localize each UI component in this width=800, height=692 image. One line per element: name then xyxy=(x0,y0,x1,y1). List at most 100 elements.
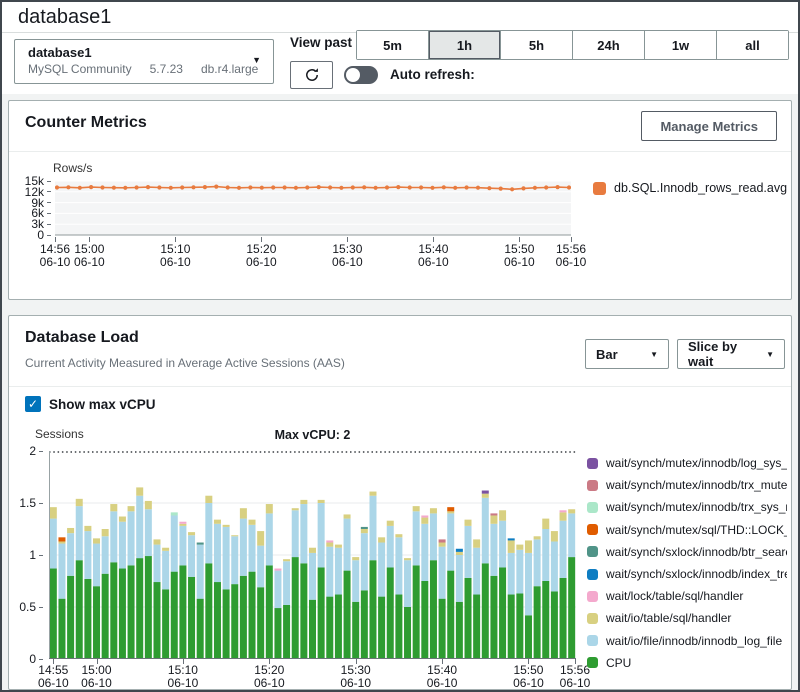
load-bar[interactable] xyxy=(214,520,221,659)
bar-segment-cpu xyxy=(560,578,567,659)
database-load-chart[interactable] xyxy=(49,451,576,659)
load-bar[interactable] xyxy=(568,509,575,659)
bar-segment-log_file xyxy=(240,519,247,576)
load-bar[interactable] xyxy=(50,507,57,659)
load-bar[interactable] xyxy=(153,539,160,659)
load-bar[interactable] xyxy=(76,499,83,659)
load-bar[interactable] xyxy=(404,558,411,659)
data-point xyxy=(294,186,298,190)
load-bar[interactable] xyxy=(387,521,394,659)
load-bar[interactable] xyxy=(128,506,135,659)
bar-segment-cpu xyxy=(508,595,515,659)
load-bar[interactable] xyxy=(223,525,230,659)
legend-swatch-log_sys_wri xyxy=(587,458,598,469)
bar-segment-log_file xyxy=(465,526,472,578)
load-bar[interactable] xyxy=(67,528,74,659)
load-bar[interactable] xyxy=(197,543,204,659)
load-bar[interactable] xyxy=(171,512,178,659)
load-bar[interactable] xyxy=(413,506,420,659)
bar-segment-log_file xyxy=(300,504,307,563)
time-range-1h[interactable]: 1h xyxy=(428,31,500,59)
load-bar[interactable] xyxy=(335,545,342,659)
bar-segment-log_file xyxy=(292,510,299,557)
load-bar[interactable] xyxy=(102,529,109,659)
load-bar[interactable] xyxy=(93,538,100,659)
show-max-vcpu-label[interactable]: Show max vCPU xyxy=(49,397,156,412)
load-bar[interactable] xyxy=(361,527,368,659)
counter-legend-swatch xyxy=(593,182,606,195)
load-bar[interactable] xyxy=(249,520,256,659)
x-tick-date: 06-10 xyxy=(552,676,598,690)
bar-segment-cpu xyxy=(395,595,402,659)
load-bar[interactable] xyxy=(84,526,91,659)
load-bar[interactable] xyxy=(110,504,117,659)
load-bar[interactable] xyxy=(119,517,126,659)
bar-segment-log_file xyxy=(179,526,186,566)
x-tick-time: 15:10 xyxy=(160,663,206,677)
load-bar[interactable] xyxy=(490,513,497,659)
load-bar[interactable] xyxy=(266,504,273,659)
counter-metrics-chart[interactable] xyxy=(55,177,571,237)
show-max-vcpu-checkbox[interactable]: ✓ xyxy=(25,396,41,412)
x-tick-time: 15:50 xyxy=(496,242,542,256)
load-bar[interactable] xyxy=(534,536,541,659)
load-bar[interactable] xyxy=(456,549,463,659)
bar-segment-io_table xyxy=(499,510,506,520)
data-point xyxy=(487,186,491,190)
load-bar[interactable] xyxy=(525,540,532,659)
load-bar[interactable] xyxy=(369,492,376,659)
load-bar[interactable] xyxy=(309,548,316,659)
load-bar[interactable] xyxy=(508,538,515,659)
load-bar[interactable] xyxy=(439,539,446,659)
load-bar[interactable] xyxy=(352,557,359,659)
time-range-1w[interactable]: 1w xyxy=(644,31,716,59)
load-bar[interactable] xyxy=(542,519,549,659)
load-bar[interactable] xyxy=(274,569,281,659)
load-bar[interactable] xyxy=(231,535,238,659)
chart-type-dropdown[interactable]: Bar ▼ xyxy=(585,339,669,369)
load-bar[interactable] xyxy=(421,515,428,659)
load-bar[interactable] xyxy=(482,491,489,659)
auto-refresh-toggle[interactable] xyxy=(344,66,378,84)
load-bar[interactable] xyxy=(378,537,385,659)
load-bar[interactable] xyxy=(318,500,325,659)
time-range-5h[interactable]: 5h xyxy=(500,31,572,59)
load-bar[interactable] xyxy=(430,508,437,659)
bar-segment-cpu xyxy=(551,591,558,659)
load-bar[interactable] xyxy=(560,510,567,659)
refresh-button[interactable] xyxy=(290,61,333,89)
load-bar[interactable] xyxy=(447,507,454,659)
load-bar[interactable] xyxy=(344,514,351,659)
instance-selector[interactable]: database1 MySQL Community 5.7.23 db.r4.l… xyxy=(14,39,274,84)
slice-by-dropdown[interactable]: Slice by wait ▼ xyxy=(677,339,785,369)
chevron-down-icon: ▼ xyxy=(650,350,658,359)
load-bar[interactable] xyxy=(300,500,307,659)
load-bar[interactable] xyxy=(257,531,264,659)
load-bar[interactable] xyxy=(395,534,402,659)
load-bar[interactable] xyxy=(326,540,333,659)
load-bar[interactable] xyxy=(58,537,65,659)
bar-segment-cpu xyxy=(257,587,264,659)
time-range-24h[interactable]: 24h xyxy=(572,31,644,59)
load-bar[interactable] xyxy=(283,559,290,659)
load-legend-item: wait/synch/sxlock/innodb/index_tree xyxy=(587,567,787,581)
bar-segment-cpu xyxy=(534,586,541,659)
load-bar[interactable] xyxy=(136,487,143,659)
load-bar[interactable] xyxy=(162,548,169,659)
load-bar[interactable] xyxy=(240,508,247,659)
time-range-5m[interactable]: 5m xyxy=(357,31,428,59)
data-point xyxy=(135,185,139,189)
load-bar[interactable] xyxy=(145,501,152,659)
manage-metrics-button[interactable]: Manage Metrics xyxy=(641,111,777,141)
load-bar[interactable] xyxy=(499,510,506,659)
load-bar[interactable] xyxy=(473,539,480,659)
load-bar[interactable] xyxy=(551,531,558,659)
load-bar[interactable] xyxy=(188,532,195,659)
legend-label: wait/synch/mutex/sql/THD::LOCK_quer xyxy=(606,523,787,537)
load-bar[interactable] xyxy=(292,508,299,659)
load-bar[interactable] xyxy=(205,496,212,659)
time-range-all[interactable]: all xyxy=(716,31,788,59)
load-bar[interactable] xyxy=(465,520,472,659)
load-bar[interactable] xyxy=(179,522,186,659)
load-bar[interactable] xyxy=(516,545,523,659)
